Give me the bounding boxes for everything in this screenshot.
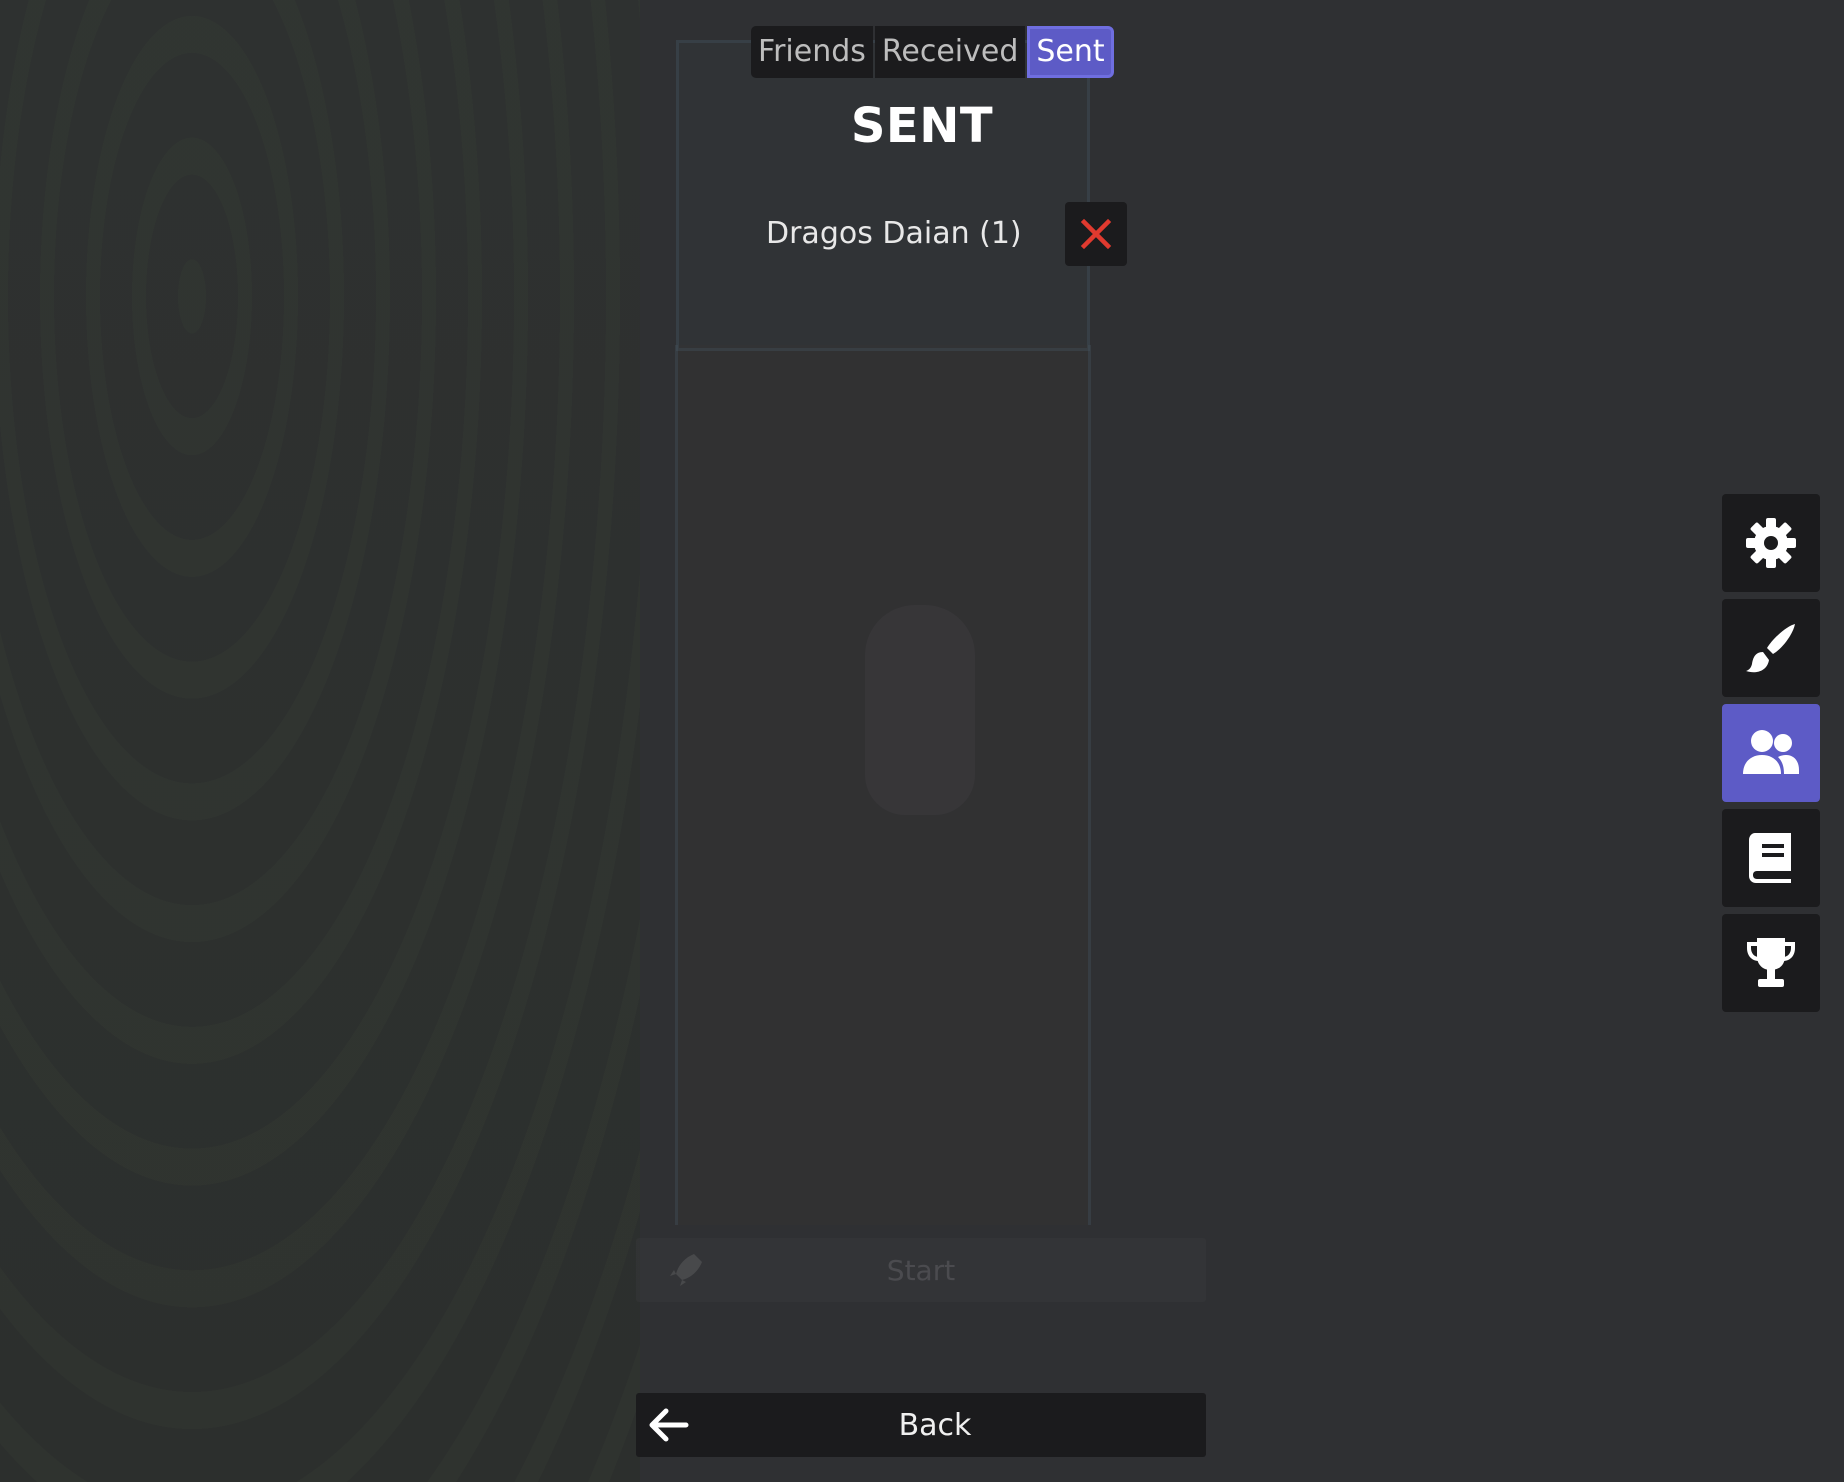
back-label: Back [898,1407,972,1443]
side-menu [1722,494,1820,1019]
gear-icon [1746,518,1796,568]
dimmed-start-button: Start [636,1238,1206,1302]
cactus-field-decoration [0,0,640,1482]
friends-button[interactable] [1722,704,1820,802]
section-title: SENT [850,98,994,154]
rocket-icon [670,1254,702,1286]
start-label: Start [886,1253,956,1287]
tab-sent[interactable]: Sent [1027,26,1114,78]
room-outline-decoration [676,40,1090,351]
cancel-request-button[interactable] [1065,202,1127,266]
character-silhouette [865,605,975,815]
close-icon [1080,218,1112,250]
arrow-left-icon [649,1408,689,1442]
request-name: Dragos Daian (1) [766,216,1022,251]
trophy-icon [1747,938,1795,987]
friends-tab-bar: Friends Received Sent [751,26,1114,78]
back-button[interactable]: Back [636,1393,1206,1457]
tab-friends[interactable]: Friends [751,26,873,78]
paintbrush-icon [1746,624,1795,673]
tab-received[interactable]: Received [874,26,1026,78]
settings-button[interactable] [1722,494,1820,592]
guide-button[interactable] [1722,809,1820,907]
achievements-button[interactable] [1722,914,1820,1012]
users-icon [1743,730,1799,774]
book-icon [1749,833,1791,883]
list-item: Dragos Daian (1) [766,202,1127,266]
customize-button[interactable] [1722,599,1820,697]
